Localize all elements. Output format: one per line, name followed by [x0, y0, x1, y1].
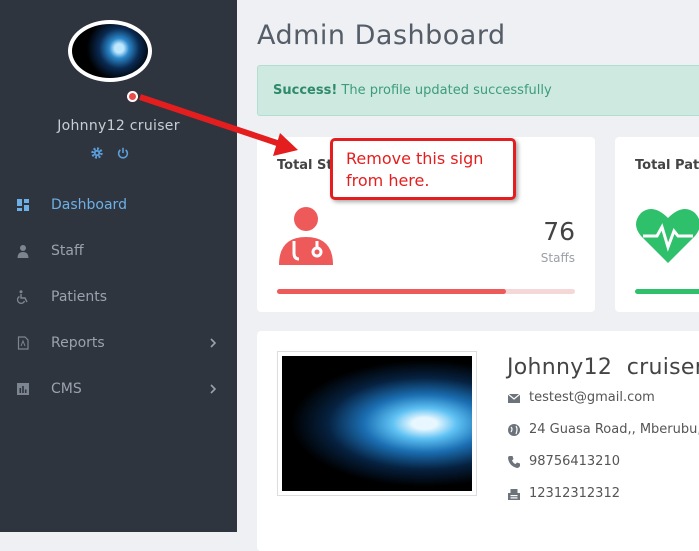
- dashboard-icon: [16, 198, 30, 212]
- chevron-right-icon: [209, 337, 217, 349]
- sidebar-item-reports[interactable]: Reports: [0, 320, 237, 366]
- sidebar-item-cms[interactable]: CMS: [0, 366, 237, 412]
- sidebar-item-staff[interactable]: Staff: [0, 228, 237, 274]
- user-actions: [90, 145, 130, 159]
- gear-icon[interactable]: [90, 145, 104, 159]
- bar-chart-icon: [16, 382, 30, 396]
- sidebar-nav: Dashboard Staff Patients Reports CMS: [0, 182, 237, 412]
- fax-text: 12312312312: [529, 486, 620, 501]
- profile-email: testest@gmail.com: [507, 390, 655, 405]
- heartbeat-icon: [635, 205, 699, 265]
- alert-strong: Success!: [273, 83, 338, 98]
- profile-fax: 12312312312: [507, 486, 620, 501]
- phone-text: 98756413210: [529, 454, 620, 469]
- progress-fill: [277, 289, 507, 294]
- wheelchair-icon: [16, 290, 30, 304]
- sidebar-item-label: CMS: [51, 381, 82, 397]
- user-md-icon: [16, 244, 30, 258]
- card-title: Total Pat: [635, 158, 699, 173]
- globe-icon: [507, 423, 521, 437]
- sidebar-item-patients[interactable]: Patients: [0, 274, 237, 320]
- progress-bar: [635, 289, 699, 294]
- sidebar-username: Johnny12 cruiser: [57, 118, 180, 134]
- progress-bar: [277, 289, 575, 294]
- profile-card: Johnny12 cruiser testest@gmail.com 24 Gu…: [257, 331, 699, 551]
- email-text: testest@gmail.com: [529, 390, 655, 405]
- sidebar: Johnny12 cruiser Dashboard Staff Patient…: [0, 0, 237, 532]
- fax-icon: [507, 487, 521, 501]
- phone-icon: [507, 455, 521, 469]
- address-text: 24 Guasa Road,, Mberubu, E: [529, 422, 699, 437]
- avatar[interactable]: [68, 20, 152, 82]
- envelope-icon: [507, 391, 521, 405]
- doctor-icon: [277, 205, 335, 267]
- sidebar-item-dashboard[interactable]: Dashboard: [0, 182, 237, 228]
- annotation-callout: Remove this sign from here.: [330, 138, 516, 200]
- main-content: Admin Dashboard Success! The profile upd…: [237, 0, 699, 551]
- pdf-file-icon: [16, 336, 30, 350]
- stat-value: 76: [543, 217, 575, 246]
- power-icon[interactable]: [116, 145, 130, 159]
- success-alert: Success! The profile updated successfull…: [257, 65, 699, 116]
- sidebar-item-label: Dashboard: [51, 197, 127, 213]
- profile-address: 24 Guasa Road,, Mberubu, E: [507, 422, 699, 437]
- sidebar-item-label: Staff: [51, 243, 84, 259]
- annotation-line-2: from here.: [346, 171, 430, 190]
- sidebar-item-label: Patients: [51, 289, 108, 305]
- status-indicator: [127, 91, 138, 102]
- profile-phone: 98756413210: [507, 454, 620, 469]
- stat-label: Staffs: [540, 251, 575, 265]
- alert-text: The profile updated successfully: [337, 83, 552, 98]
- profile-photo: [277, 351, 477, 496]
- annotation-line-1: Remove this sign: [346, 149, 484, 168]
- profile-name: Johnny12 cruiser: [507, 355, 699, 380]
- chevron-right-icon: [209, 383, 217, 395]
- page-title: Admin Dashboard: [257, 20, 506, 51]
- patients-stat-card: Total Pat: [615, 137, 699, 312]
- sidebar-item-label: Reports: [51, 335, 105, 351]
